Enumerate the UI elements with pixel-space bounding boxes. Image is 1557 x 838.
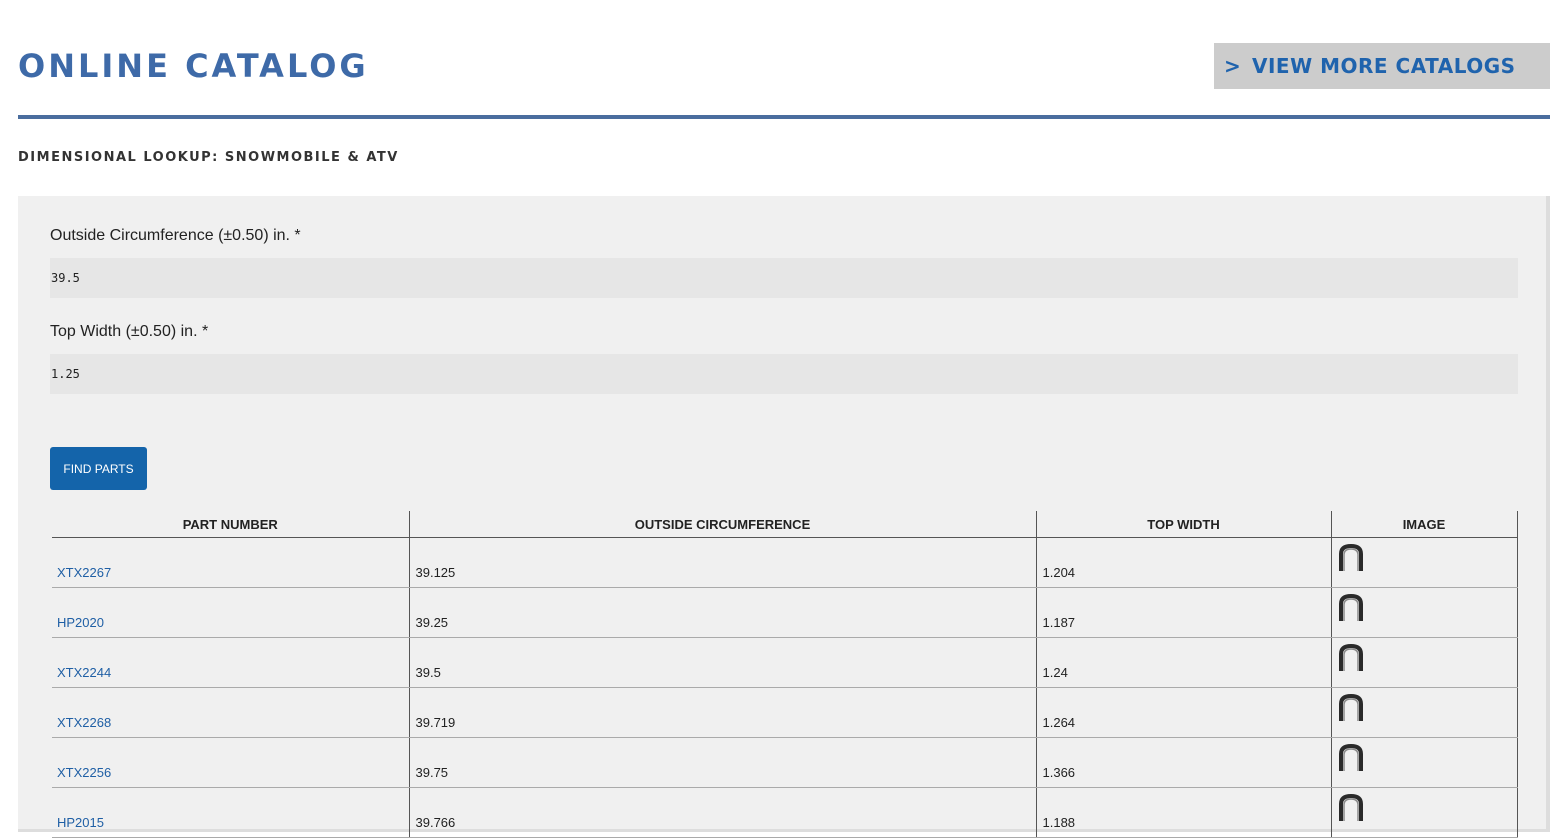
results-header-row: PART NUMBER OUTSIDE CIRCUMFERENCE TOP WI… bbox=[52, 511, 1518, 538]
belt-image-icon bbox=[1338, 744, 1363, 771]
top-width-label: Top Width (±0.50) in. * bbox=[50, 323, 209, 340]
table-row: XTX2256 39.75 1.366 bbox=[52, 737, 1518, 788]
top-width-cell: 1.187 bbox=[1035, 587, 1331, 638]
table-row: XTX2268 39.719 1.264 bbox=[52, 687, 1518, 738]
part-number-cell: XTX2256 bbox=[52, 737, 409, 788]
column-header-outside-circumference: OUTSIDE CIRCUMFERENCE bbox=[408, 511, 1036, 538]
belt-image-icon bbox=[1338, 794, 1363, 821]
top-width-input[interactable] bbox=[50, 354, 1518, 394]
part-number-link[interactable]: HP2015 bbox=[57, 815, 104, 830]
belt-image-icon bbox=[1338, 644, 1363, 671]
image-cell[interactable] bbox=[1330, 687, 1518, 738]
lookup-panel: Outside Circumference (±0.50) in. * Top … bbox=[18, 196, 1550, 838]
top-width-cell: 1.24 bbox=[1035, 637, 1331, 688]
part-number-cell: HP2020 bbox=[52, 587, 409, 638]
outside-circumference-value: 39.5 bbox=[415, 665, 441, 680]
part-number-link[interactable]: XTX2244 bbox=[57, 665, 111, 680]
column-header-top-width: TOP WIDTH bbox=[1035, 511, 1331, 538]
chevron-right-icon: > bbox=[1224, 54, 1241, 78]
top-width-value: 1.187 bbox=[1042, 615, 1076, 630]
top-width-value: 1.188 bbox=[1042, 815, 1076, 830]
outside-circumference-value: 39.125 bbox=[415, 565, 456, 580]
find-parts-button[interactable]: FIND PARTS bbox=[50, 447, 147, 490]
column-header-image: IMAGE bbox=[1330, 511, 1518, 538]
outside-circumference-value: 39.719 bbox=[415, 715, 456, 730]
header-divider bbox=[18, 115, 1550, 119]
part-number-link[interactable]: XTX2268 bbox=[57, 715, 111, 730]
outside-circumference-cell: 39.719 bbox=[408, 687, 1036, 738]
belt-image-icon bbox=[1338, 594, 1363, 621]
column-header-part-number: PART NUMBER bbox=[52, 511, 409, 538]
table-row: HP2015 39.766 1.188 bbox=[52, 787, 1518, 838]
top-width-cell: 1.204 bbox=[1035, 537, 1331, 588]
outside-circumference-cell: 39.25 bbox=[408, 587, 1036, 638]
outside-circumference-cell: 39.766 bbox=[408, 787, 1036, 838]
table-row: HP2020 39.25 1.187 bbox=[52, 587, 1518, 638]
outside-circumference-cell: 39.5 bbox=[408, 637, 1036, 688]
top-width-value: 1.204 bbox=[1042, 565, 1076, 580]
part-number-cell: HP2015 bbox=[52, 787, 409, 838]
view-more-catalogs-button[interactable]: > VIEW MORE CATALOGS bbox=[1214, 43, 1550, 89]
image-cell[interactable] bbox=[1330, 787, 1518, 838]
top-width-value: 1.366 bbox=[1042, 765, 1076, 780]
top-width-value: 1.264 bbox=[1042, 715, 1076, 730]
top-width-cell: 1.366 bbox=[1035, 737, 1331, 788]
image-cell[interactable] bbox=[1330, 537, 1518, 588]
part-number-link[interactable]: HP2020 bbox=[57, 615, 104, 630]
belt-image-icon bbox=[1338, 544, 1363, 571]
outside-circumference-input[interactable] bbox=[50, 258, 1518, 298]
outside-circumference-cell: 39.75 bbox=[408, 737, 1036, 788]
belt-image-icon bbox=[1338, 694, 1363, 721]
image-cell[interactable] bbox=[1330, 737, 1518, 788]
image-cell[interactable] bbox=[1330, 637, 1518, 688]
top-width-cell: 1.188 bbox=[1035, 787, 1331, 838]
view-more-catalogs-label: VIEW MORE CATALOGS bbox=[1252, 54, 1516, 78]
page-header: ONLINE CATALOG > VIEW MORE CATALOGS bbox=[18, 0, 1550, 120]
outside-circumference-value: 39.766 bbox=[415, 815, 456, 830]
top-width-cell: 1.264 bbox=[1035, 687, 1331, 738]
results-table: PART NUMBER OUTSIDE CIRCUMFERENCE TOP WI… bbox=[52, 511, 1518, 838]
part-number-link[interactable]: XTX2267 bbox=[57, 565, 111, 580]
results-body: XTX2267 39.125 1.204 HP2020 39.25 1.187 XTX224… bbox=[52, 537, 1518, 838]
part-number-cell: XTX2268 bbox=[52, 687, 409, 738]
lookup-subtitle: DIMENSIONAL LOOKUP: SNOWMOBILE & ATV bbox=[18, 150, 399, 165]
table-row: XTX2267 39.125 1.204 bbox=[52, 537, 1518, 588]
image-cell[interactable] bbox=[1330, 587, 1518, 638]
part-number-cell: XTX2244 bbox=[52, 637, 409, 688]
outside-circumference-value: 39.75 bbox=[415, 765, 449, 780]
table-row: XTX2244 39.5 1.24 bbox=[52, 637, 1518, 688]
outside-circumference-value: 39.25 bbox=[415, 615, 449, 630]
part-number-link[interactable]: XTX2256 bbox=[57, 765, 111, 780]
outside-circumference-cell: 39.125 bbox=[408, 537, 1036, 588]
top-width-value: 1.24 bbox=[1042, 665, 1068, 680]
outside-circumference-label: Outside Circumference (±0.50) in. * bbox=[50, 227, 301, 244]
part-number-cell: XTX2267 bbox=[52, 537, 409, 588]
page-title: ONLINE CATALOG bbox=[18, 47, 369, 85]
